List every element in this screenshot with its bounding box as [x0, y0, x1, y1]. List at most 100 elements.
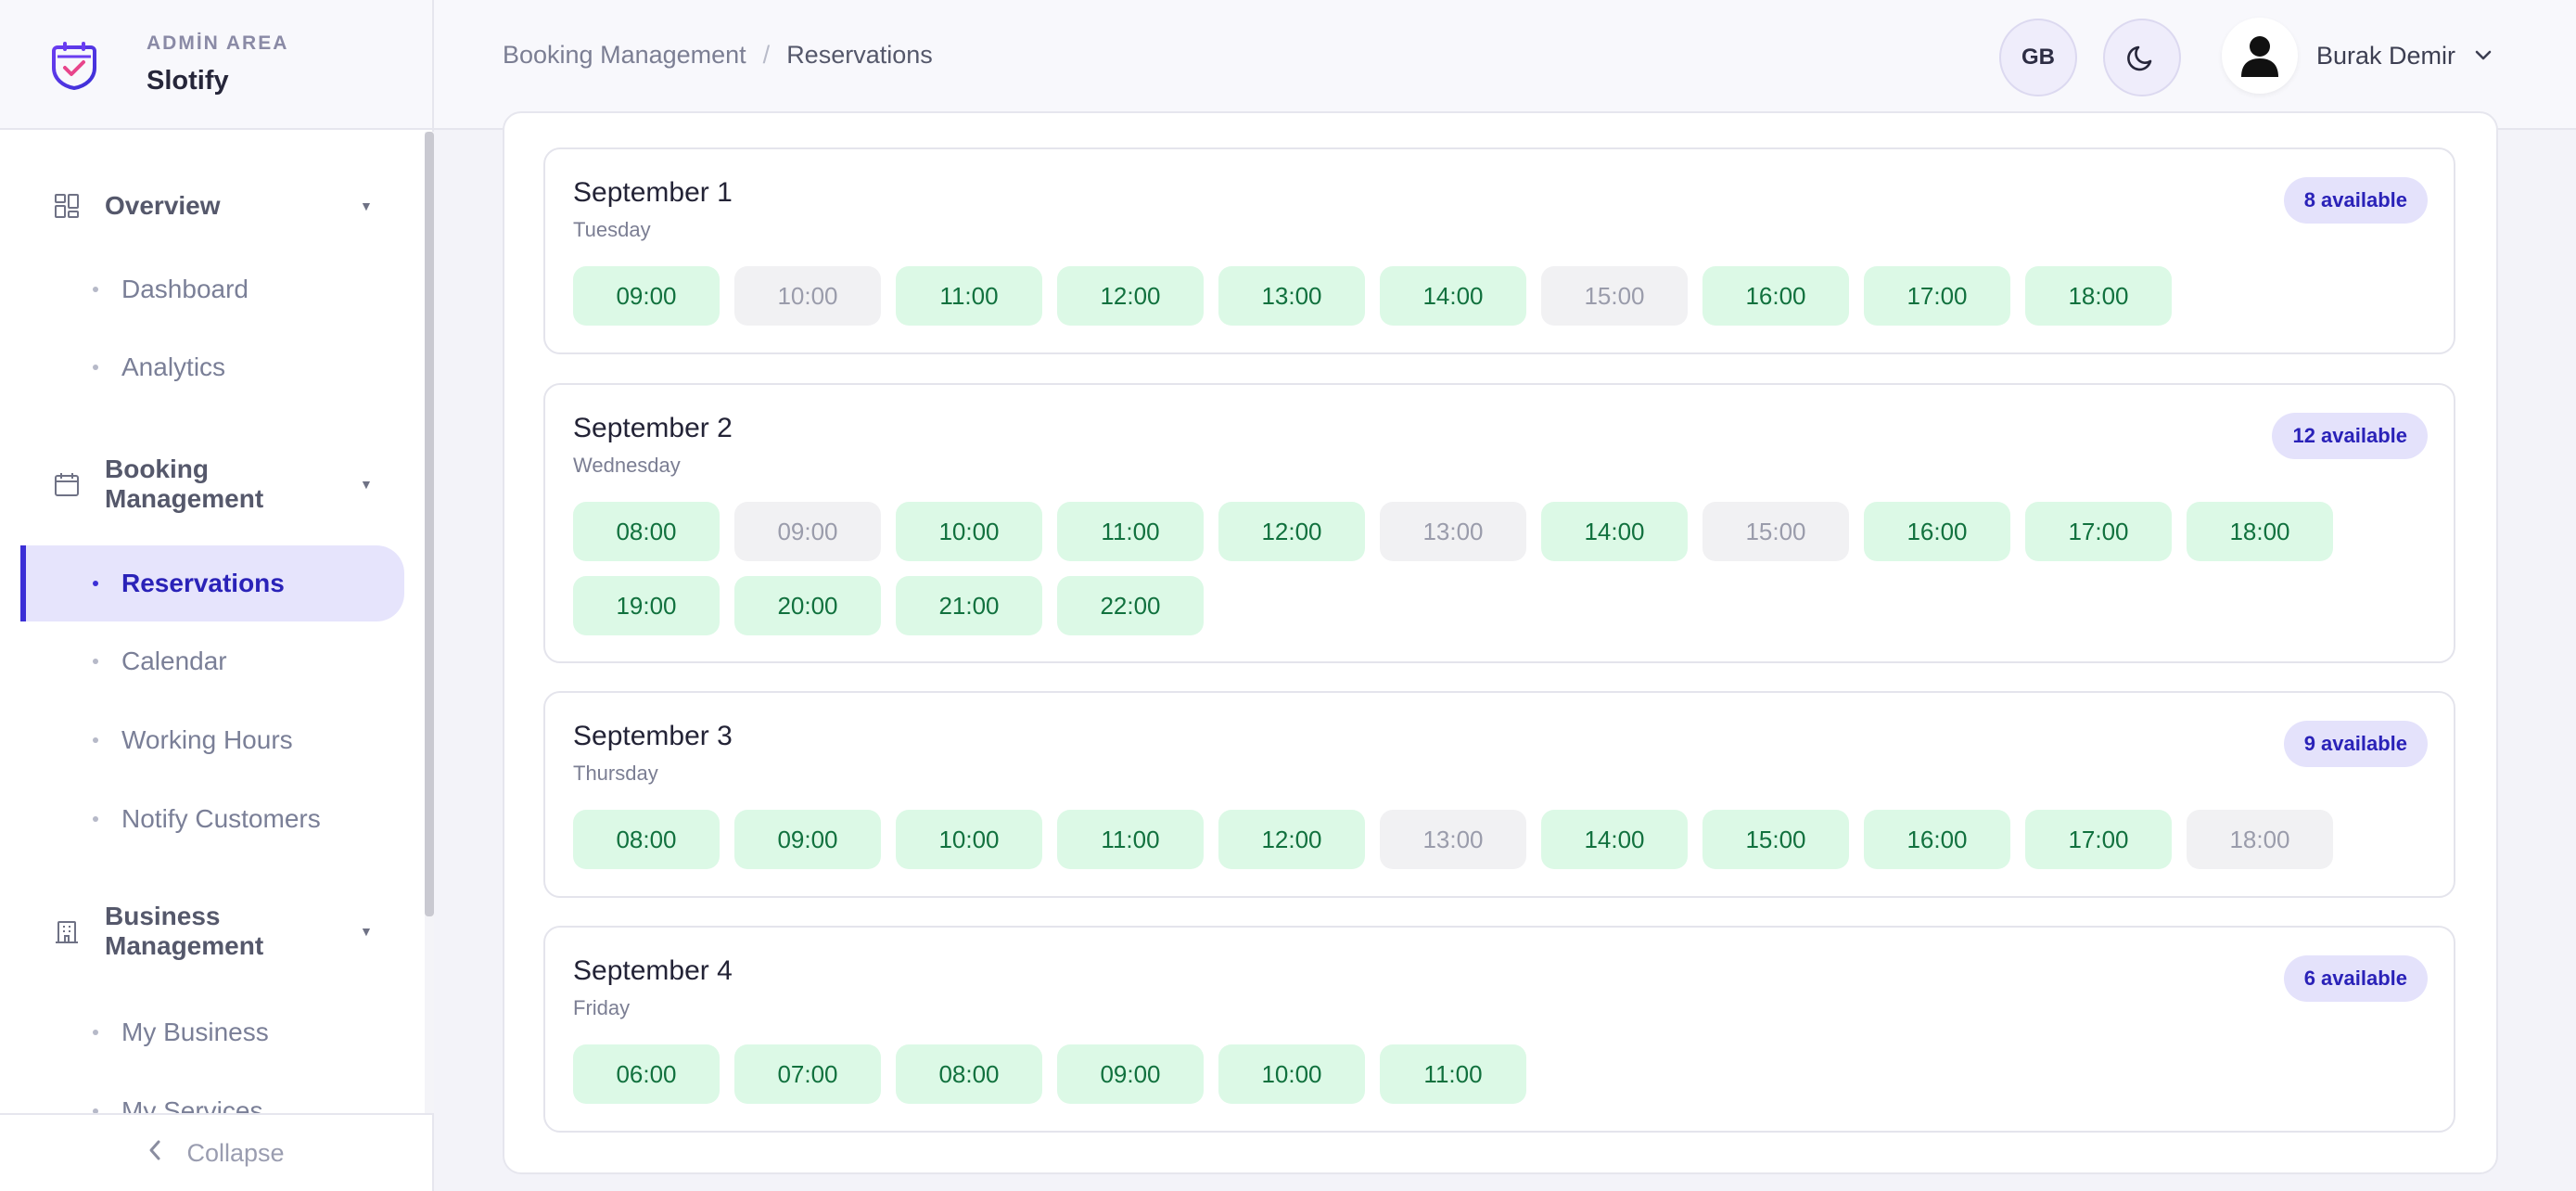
sidebar-item-label: Analytics [121, 352, 226, 381]
time-slot-available[interactable]: 11:00 [1057, 810, 1204, 869]
collapse-label: Collapse [186, 1138, 285, 1167]
time-slot-available[interactable]: 14:00 [1380, 266, 1526, 326]
time-slot-available[interactable]: 17:00 [2025, 810, 2172, 869]
sidebar: ADMİN AREA Slotify Overview ▼ Dashboard [0, 0, 434, 1191]
brand[interactable]: ADMİN AREA Slotify [0, 0, 432, 130]
caret-down-icon: ▼ [360, 924, 373, 939]
time-slot-available[interactable]: 14:00 [1541, 810, 1688, 869]
time-slot-available[interactable]: 09:00 [573, 266, 720, 326]
availability-badge: 8 available [2283, 177, 2428, 224]
nav-group-label: Booking Management [105, 455, 264, 513]
time-slot-available[interactable]: 18:00 [2187, 502, 2333, 561]
time-slot-available[interactable]: 11:00 [1380, 1044, 1526, 1104]
time-slot-available[interactable]: 22:00 [1057, 576, 1204, 635]
theme-toggle-button[interactable] [2103, 19, 2181, 96]
caret-down-icon: ▼ [360, 477, 373, 492]
chevron-down-icon [2475, 50, 2492, 60]
sidebar-item-my-business[interactable]: My Business [0, 994, 425, 1070]
time-slot-available[interactable]: 12:00 [1218, 502, 1365, 561]
sidebar-item-working-hours[interactable]: Working Hours [0, 702, 425, 778]
sidebar-item-label: Working Hours [121, 725, 293, 754]
sidebar-item-calendar[interactable]: Calendar [0, 623, 425, 699]
time-slot-unavailable[interactable]: 13:00 [1380, 502, 1526, 561]
breadcrumb-link-booking-management[interactable]: Booking Management [503, 41, 746, 70]
bullet-icon [93, 816, 98, 822]
nav-group-label: Business Management [105, 902, 264, 960]
sidebar-item-label: Reservations [121, 569, 285, 597]
time-slot-available[interactable]: 10:00 [896, 502, 1042, 561]
user-name: Burak Demir [2316, 41, 2456, 70]
slotify-logo-icon [52, 42, 96, 90]
nav-group-label: Overview [105, 191, 221, 220]
time-slot-available[interactable]: 13:00 [1218, 266, 1365, 326]
language-button[interactable]: GB [1999, 19, 2077, 96]
time-slot-unavailable[interactable]: 15:00 [1541, 266, 1688, 326]
day-card: September 2 Wednesday 12 available 08:00… [543, 383, 2455, 663]
day-card: September 3 Thursday 9 available 08:00 09… [543, 691, 2455, 898]
time-slot-available[interactable]: 10:00 [896, 810, 1042, 869]
building-icon [52, 916, 82, 946]
dashboard-icon [52, 191, 82, 221]
time-slot-available[interactable]: 08:00 [896, 1044, 1042, 1104]
time-slot-available[interactable]: 12:00 [1218, 810, 1365, 869]
availability-badge: 12 available [2272, 413, 2428, 459]
time-slot-available[interactable]: 12:00 [1057, 266, 1204, 326]
time-slot-unavailable[interactable]: 13:00 [1380, 810, 1526, 869]
sidebar-item-label: Notify Customers [121, 804, 321, 833]
bullet-icon [93, 1030, 98, 1035]
time-slot-available[interactable]: 19:00 [573, 576, 720, 635]
sidebar-scrollbar-thumb[interactable] [425, 132, 434, 916]
sidebar-item-analytics[interactable]: Analytics [0, 329, 425, 405]
time-slot-available[interactable]: 21:00 [896, 576, 1042, 635]
sidebar-item-notify-customers[interactable]: Notify Customers [0, 781, 425, 857]
time-slot-available[interactable]: 17:00 [1864, 266, 2010, 326]
time-slot-available[interactable]: 16:00 [1864, 810, 2010, 869]
time-slot-unavailable[interactable]: 18:00 [2187, 810, 2333, 869]
time-slot-available[interactable]: 11:00 [896, 266, 1042, 326]
time-slot-available[interactable]: 17:00 [2025, 502, 2172, 561]
language-label: GB [2021, 45, 2055, 70]
availability-badge: 6 available [2283, 955, 2428, 1002]
breadcrumb-current: Reservations [786, 41, 933, 69]
time-slot-available[interactable]: 16:00 [1702, 266, 1849, 326]
time-slot-available[interactable]: 20:00 [734, 576, 881, 635]
day-title: September 2 [573, 413, 733, 443]
bullet-icon [93, 737, 98, 743]
caret-down-icon: ▼ [360, 198, 373, 213]
time-slot-unavailable[interactable]: 10:00 [734, 266, 881, 326]
user-icon [2241, 36, 2278, 77]
chevron-left-icon [147, 1139, 162, 1168]
day-card: September 4 Friday 6 available 06:00 07:0… [543, 926, 2455, 1133]
time-slot-available[interactable]: 16:00 [1864, 502, 2010, 561]
nav-group-booking[interactable]: Booking Management ▼ [0, 451, 425, 518]
time-slot-available[interactable]: 10:00 [1218, 1044, 1365, 1104]
time-slot-available[interactable]: 15:00 [1702, 810, 1849, 869]
moon-icon [2127, 45, 2152, 71]
time-slot-available[interactable]: 08:00 [573, 502, 720, 561]
time-slot-available[interactable]: 09:00 [1057, 1044, 1204, 1104]
sidebar-item-reservations[interactable]: Reservations [20, 545, 404, 621]
day-title: September 4 [573, 955, 733, 986]
sidebar-item-my-services[interactable]: My Services [0, 1073, 425, 1113]
time-slot-available[interactable]: 06:00 [573, 1044, 720, 1104]
bullet-icon [93, 287, 98, 292]
nav-group-overview[interactable]: Overview ▼ [0, 183, 425, 229]
time-slot-unavailable[interactable]: 15:00 [1702, 502, 1849, 561]
sidebar-item-dashboard[interactable]: Dashboard [0, 251, 425, 327]
time-slot-available[interactable]: 09:00 [734, 810, 881, 869]
time-slot-available[interactable]: 14:00 [1541, 502, 1688, 561]
nav-group-business[interactable]: Business Management ▼ [0, 898, 425, 965]
time-slot-available[interactable]: 18:00 [2025, 266, 2172, 326]
day-weekday: Wednesday [573, 454, 681, 477]
time-slot-available[interactable]: 11:00 [1057, 502, 1204, 561]
time-slot-available[interactable]: 08:00 [573, 810, 720, 869]
day-card: September 1 Tuesday 8 available 09:00 10:… [543, 147, 2455, 354]
breadcrumb: Booking Management / Reservations [503, 41, 933, 70]
user-menu[interactable]: Burak Demir [2222, 17, 2493, 95]
time-slot-unavailable[interactable]: 09:00 [734, 502, 881, 561]
day-title: September 3 [573, 721, 733, 751]
sidebar-item-label: Dashboard [121, 275, 249, 303]
time-slot-available[interactable]: 07:00 [734, 1044, 881, 1104]
collapse-button[interactable]: Collapse [0, 1113, 432, 1191]
brand-name: Slotify [147, 65, 229, 96]
